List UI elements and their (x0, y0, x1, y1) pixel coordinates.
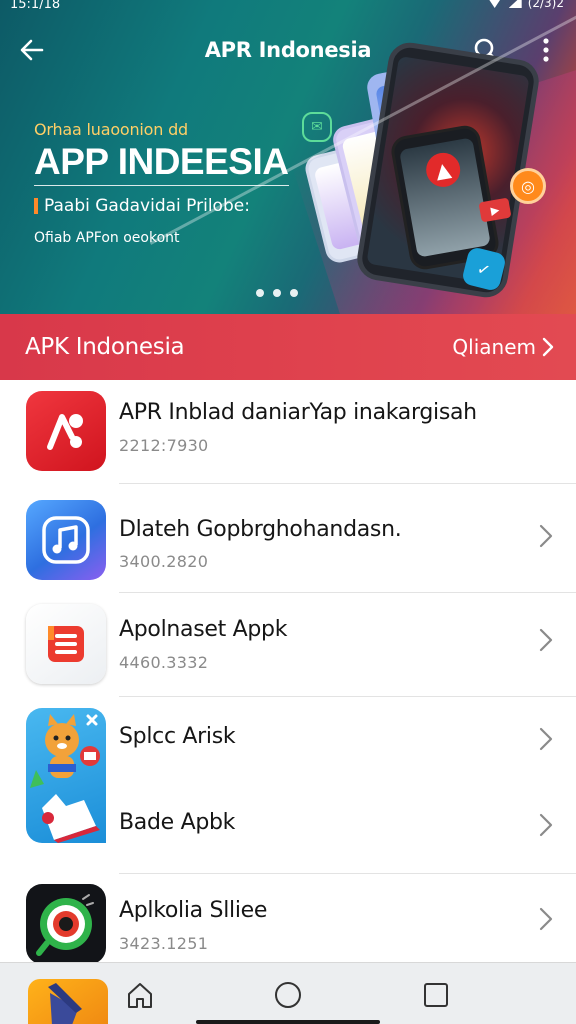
nav-square-button[interactable] (418, 977, 454, 1013)
nav-home-button[interactable] (122, 977, 158, 1013)
see-all-link[interactable]: Qlianem (452, 335, 554, 359)
app-meta: 2212:7930 (119, 436, 209, 455)
see-all-label: Qlianem (452, 335, 536, 359)
home-icon (128, 983, 152, 1008)
banner-subline: Paabi Gadavidai Prilobe: (34, 196, 289, 216)
battery-icon: (2/3)2 (527, 0, 564, 10)
chevron-right-icon[interactable] (538, 812, 554, 838)
camera-lens-icon (26, 884, 106, 964)
section-header: APK Indonesia Qlianem (0, 314, 576, 380)
carousel-dot[interactable] (273, 289, 281, 297)
chevron-right-icon[interactable] (538, 906, 554, 932)
square-icon (424, 983, 448, 1007)
app-meta: 4460.3332 (119, 653, 209, 672)
signal-icon (508, 0, 522, 8)
app-name: Splcc Arisk (119, 724, 236, 749)
list-item[interactable]: Splcc Arisk (0, 696, 576, 782)
banner-headline: APP INDEESIA (34, 141, 289, 186)
message-icon: ✉ (302, 112, 332, 142)
chevron-right-icon[interactable] (538, 726, 554, 752)
status-icons: (2/3)2 (486, 0, 564, 10)
status-time: 15:1/18 (10, 0, 61, 12)
chevron-right-icon[interactable] (538, 627, 554, 653)
banner-tagline: Orhaa luaoonion dd (34, 120, 189, 139)
navigation-bar (0, 962, 576, 1024)
app-name: Aplkolia Slliee (119, 898, 268, 923)
app-name: APR Inblad daniarYap inakargisah (119, 400, 477, 425)
circle-icon (275, 982, 301, 1008)
list-item[interactable]: Apolnaset Appk 4460.3332 (0, 593, 576, 697)
app-meta: 3423.1251 (119, 934, 209, 953)
list-item[interactable]: Bade Apbk (0, 782, 576, 874)
nav-circle-button[interactable] (270, 977, 306, 1013)
gesture-home-bar[interactable] (196, 1020, 380, 1024)
wifi-icon (486, 0, 503, 8)
hero-banner[interactable]: 15:1/18 (2/3)2 APR Indonesia Orhaa luaoo (0, 0, 576, 318)
accent-mark (34, 198, 38, 214)
chat-bubble-icon: ◎ (510, 168, 546, 204)
list-item[interactable]: APR Inblad daniarYap inakargisah 2212:79… (0, 380, 576, 484)
phones-illustration: ▲ ◎ ✓ ▶ ✉ (300, 39, 570, 310)
banner-small-text: Ofiab APFon oeokont (34, 230, 180, 246)
app-partial-icon[interactable] (28, 979, 108, 1024)
banner-subline-text: Paabi Gadavidai Prilobe: (44, 196, 250, 216)
carousel-dot[interactable] (290, 289, 298, 297)
list-document-icon (26, 604, 106, 684)
banner-text: Orhaa luaoonion dd APP INDEESIA Paabi Ga… (34, 120, 289, 246)
red-music-icon (26, 391, 106, 471)
app-name: Dlateh Gopbrghohandasn. (119, 517, 402, 542)
app-name: Apolnaset Appk (119, 617, 288, 642)
app-meta: 3400.2820 (119, 552, 209, 571)
status-bar: 15:1/18 (2/3)2 (0, 0, 576, 16)
chevron-right-icon[interactable] (538, 523, 554, 549)
carousel-indicator[interactable] (256, 289, 298, 297)
music-note-icon (26, 500, 106, 580)
app-name: Bade Apbk (119, 810, 236, 835)
list-item[interactable]: Aplkolia Slliee 3423.1251 (0, 873, 576, 964)
section-title: APK Indonesia (25, 334, 185, 360)
list-item[interactable]: Dlateh Gopbrghohandasn. 3400.2820 (0, 484, 576, 593)
carousel-dot[interactable] (256, 289, 264, 297)
chevron-right-icon (542, 337, 554, 357)
